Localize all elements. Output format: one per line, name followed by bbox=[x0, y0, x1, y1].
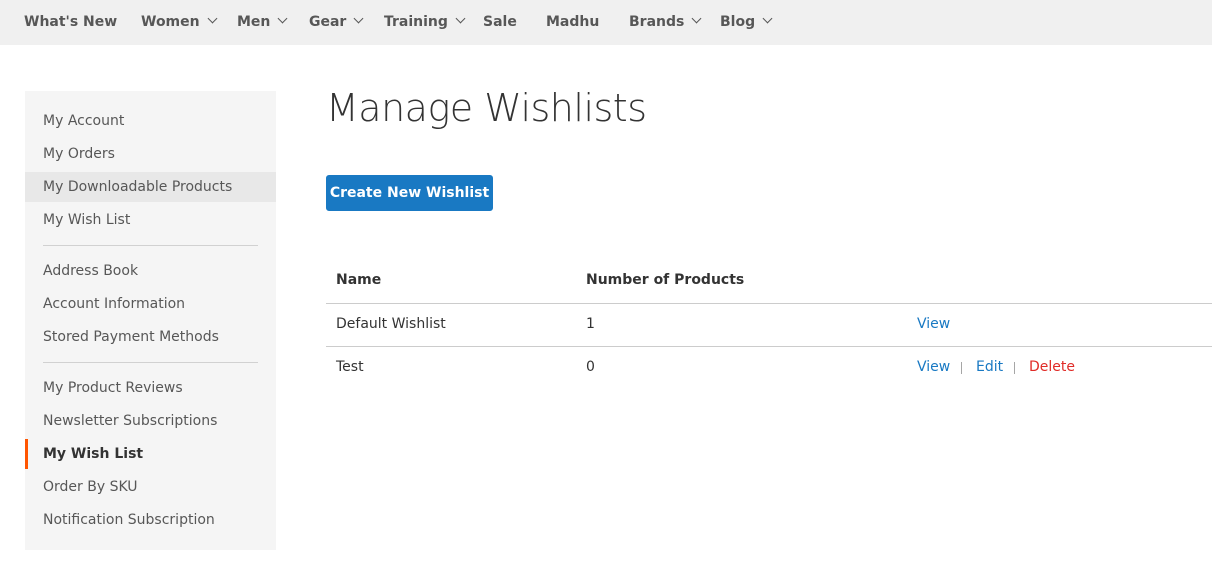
action-separator bbox=[1014, 362, 1015, 374]
account-sidebar: My Account My Orders My Downloadable Pro… bbox=[25, 91, 276, 550]
column-header-number-of-products: Number of Products bbox=[586, 272, 745, 288]
chevron-down-icon bbox=[353, 13, 364, 24]
sidebar-item-newsletter-subscriptions[interactable]: Newsletter Subscriptions bbox=[25, 406, 276, 436]
sidebar-item-account-information[interactable]: Account Information bbox=[25, 289, 276, 319]
chevron-down-icon bbox=[691, 13, 702, 24]
table-header-divider bbox=[326, 303, 1212, 304]
nav-item-training[interactable]: Training bbox=[384, 0, 466, 45]
nav-item-whats-new[interactable]: What's New bbox=[24, 0, 117, 45]
sidebar-item-notification-subscription[interactable]: Notification Subscription bbox=[25, 505, 276, 535]
sidebar-item-my-account[interactable]: My Account bbox=[25, 106, 276, 136]
action-separator bbox=[961, 362, 962, 374]
sidebar-item-order-by-sku[interactable]: Order By SKU bbox=[25, 472, 276, 502]
sidebar-divider bbox=[43, 362, 258, 363]
view-link[interactable]: View bbox=[917, 316, 950, 332]
nav-item-brands[interactable]: Brands bbox=[629, 0, 702, 45]
delete-link[interactable]: Delete bbox=[1029, 359, 1075, 375]
sidebar-item-my-orders[interactable]: My Orders bbox=[25, 139, 276, 169]
edit-link[interactable]: Edit bbox=[976, 359, 1003, 375]
chevron-down-icon bbox=[455, 13, 466, 24]
nav-item-sale[interactable]: Sale bbox=[483, 0, 517, 45]
wishlist-product-count: 0 bbox=[586, 359, 595, 375]
view-link[interactable]: View bbox=[917, 359, 950, 375]
nav-item-blog[interactable]: Blog bbox=[720, 0, 773, 45]
wishlist-product-count: 1 bbox=[586, 316, 595, 332]
sidebar-item-stored-payment-methods[interactable]: Stored Payment Methods bbox=[25, 322, 276, 352]
nav-item-men[interactable]: Men bbox=[237, 0, 288, 45]
chevron-down-icon bbox=[207, 13, 218, 24]
page-title: Manage Wishlists bbox=[326, 86, 647, 130]
chevron-down-icon bbox=[762, 13, 773, 24]
sidebar-item-my-product-reviews[interactable]: My Product Reviews bbox=[25, 373, 276, 403]
nav-item-madhu[interactable]: Madhu bbox=[546, 0, 599, 45]
chevron-down-icon bbox=[277, 13, 288, 24]
nav-item-gear[interactable]: Gear bbox=[309, 0, 364, 45]
top-navigation: What's New Women Men Gear Training Sale … bbox=[0, 0, 1212, 45]
sidebar-item-address-book[interactable]: Address Book bbox=[25, 256, 276, 286]
wishlist-name: Test bbox=[336, 359, 364, 375]
row-divider bbox=[326, 346, 1212, 347]
column-header-name: Name bbox=[336, 272, 382, 288]
sidebar-divider bbox=[43, 245, 258, 246]
nav-item-women[interactable]: Women bbox=[141, 0, 218, 45]
sidebar-item-my-downloadable-products[interactable]: My Downloadable Products bbox=[25, 172, 276, 202]
sidebar-item-my-wish-list[interactable]: My Wish List bbox=[25, 205, 276, 235]
wishlist-name: Default Wishlist bbox=[336, 316, 446, 332]
sidebar-item-my-wish-list-active[interactable]: My Wish List bbox=[25, 439, 276, 469]
create-new-wishlist-button[interactable]: Create New Wishlist bbox=[326, 175, 493, 211]
